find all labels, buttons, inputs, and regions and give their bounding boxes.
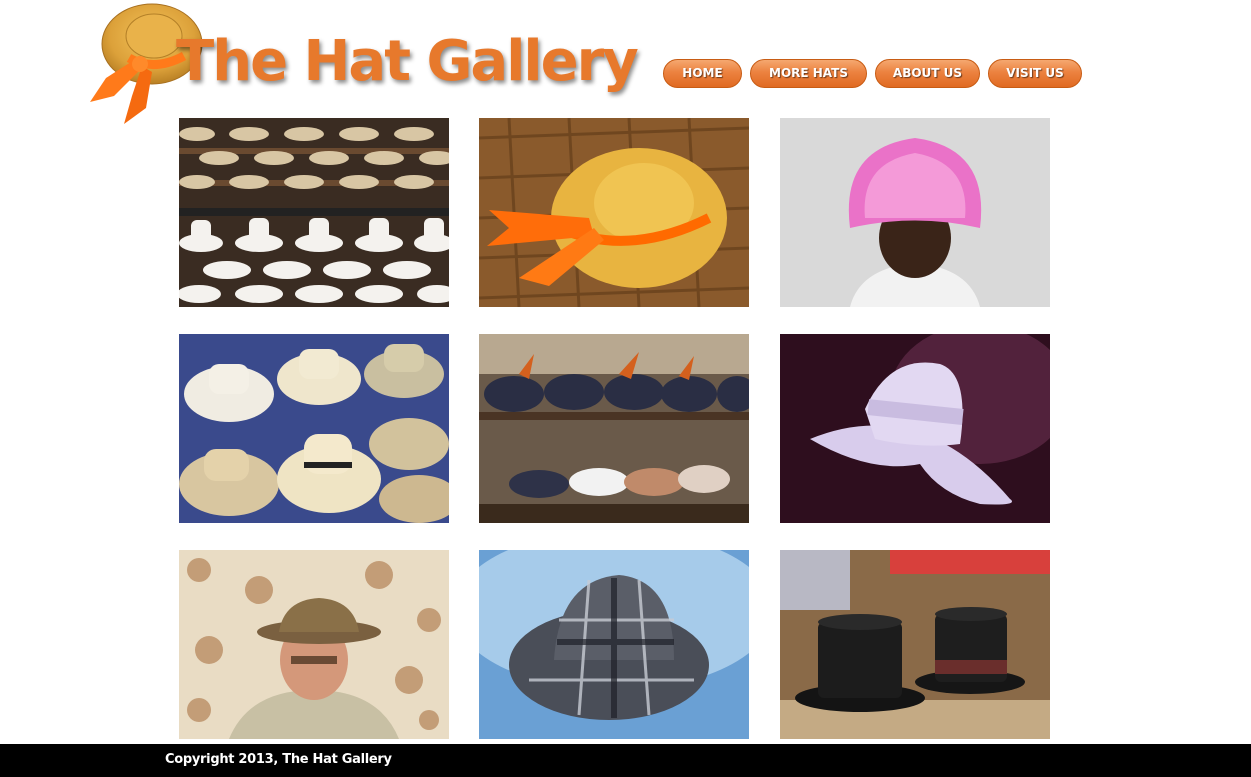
gallery-photo-lavender-hat[interactable]	[780, 334, 1050, 523]
nav-home-button[interactable]: HOME	[663, 59, 742, 88]
straw-fedoras-image	[179, 334, 449, 523]
nav-visit-us-button[interactable]: VISIT US	[988, 59, 1082, 88]
gallery-photo-straw-fedoras[interactable]	[179, 334, 449, 523]
gallery-photo-pink-fuzzy-hat[interactable]	[780, 118, 1050, 307]
gallery-photo-hat-stall[interactable]	[479, 334, 749, 523]
site-title: The Hat Gallery	[176, 29, 639, 94]
gallery-photo-plaid-fedora[interactable]	[479, 550, 749, 739]
gallery-photo-tweed-hat-man[interactable]	[179, 550, 449, 739]
gallery-photo-top-hats[interactable]	[780, 550, 1050, 739]
gallery-photo-straw-hat-ribbon[interactable]	[479, 118, 749, 307]
gallery-photo-straw-hat-shelves[interactable]	[179, 118, 449, 307]
straw-hat-ribbon-image	[479, 118, 749, 307]
plaid-fedora-image	[479, 550, 749, 739]
hat-stall-image	[479, 334, 749, 523]
site-logo[interactable]: The Hat Gallery	[84, 0, 639, 128]
nav-about-us-button[interactable]: ABOUT US	[875, 59, 980, 88]
tweed-hat-man-image	[179, 550, 449, 739]
top-hats-image	[780, 550, 1050, 739]
page: The Hat Gallery HOME MORE HATS ABOUT US …	[0, 0, 1251, 777]
hat-shelves-image	[179, 118, 449, 307]
pink-fuzzy-hat-image	[780, 118, 1050, 307]
nav-more-hats-button[interactable]: MORE HATS	[750, 59, 867, 88]
copyright-text: Copyright 2013, The Hat Gallery	[165, 752, 392, 767]
site-footer: Copyright 2013, The Hat Gallery	[0, 744, 1251, 777]
lavender-hat-image	[780, 334, 1050, 523]
